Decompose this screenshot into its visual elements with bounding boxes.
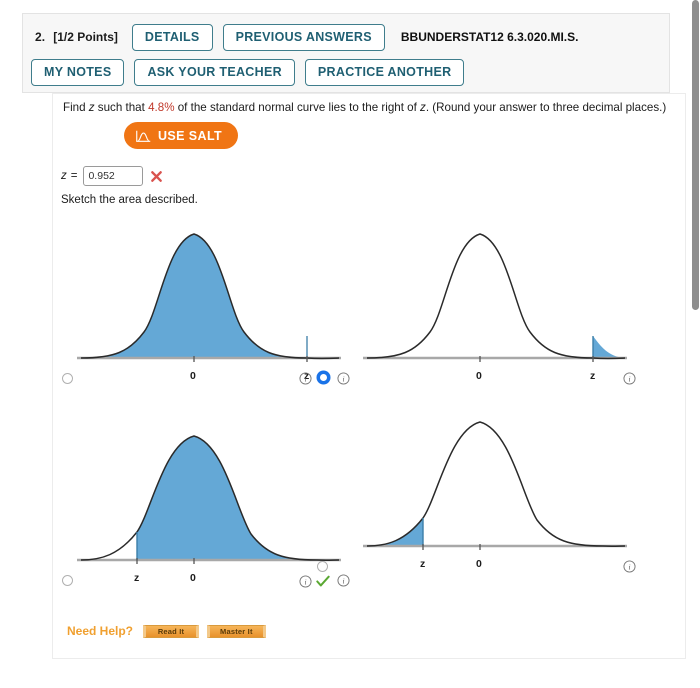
sketch-prompt: Sketch the area described. <box>61 194 198 206</box>
svg-text:i: i <box>304 375 306 384</box>
page-scrollbar-thumb[interactable] <box>692 0 699 310</box>
chart-row-1: 0 z i 0 z i i <box>53 212 687 400</box>
chart-row-2: z 0 i z 0 i i <box>53 400 687 588</box>
question-number: 2. <box>35 30 46 45</box>
need-help-row: Need Help? Read It Master It <box>67 624 274 638</box>
chart-2-tick-label-left: 0 <box>476 370 482 382</box>
previous-answers-button[interactable]: PREVIOUS ANSWERS <box>222 24 385 51</box>
answer-input[interactable] <box>83 166 144 186</box>
chart-2-tick-label-right: z <box>590 370 596 382</box>
answer-equals-sign: = <box>70 170 78 182</box>
chart-4-tick-label-right: 0 <box>476 558 482 570</box>
question-text: Find z such that 4.8% of the standard no… <box>63 100 667 117</box>
question-text-part1: Find <box>63 101 89 114</box>
chart-2-info-icon[interactable]: i <box>299 372 312 385</box>
chart-4-info-icon-right[interactable]: i <box>623 560 636 573</box>
svg-text:i: i <box>628 563 630 572</box>
chart-1-radio[interactable] <box>62 373 73 384</box>
use-salt-label: USE SALT <box>158 128 223 143</box>
question-header-panel: 2. [1/2 Points] DETAILS PREVIOUS ANSWERS… <box>22 13 670 93</box>
svg-text:i: i <box>304 578 306 587</box>
chart-4-tick-label-left: z <box>420 558 426 570</box>
normal-curve-plot-4 <box>363 421 627 550</box>
chart-4-info-icon[interactable]: i <box>299 575 312 588</box>
chart-options-grid: 0 z i 0 z i i z 0 i z 0 i i <box>53 212 687 588</box>
normal-curve-plot-2 <box>363 233 627 362</box>
assignment-id: BBUNDERSTAT12 6.3.020.MI.S. <box>400 30 579 45</box>
points-badge: [1/2 Points] <box>53 30 118 45</box>
page-root: 2. [1/2 Points] DETAILS PREVIOUS ANSWERS… <box>0 0 700 688</box>
my-notes-button[interactable]: MY NOTES <box>31 59 125 86</box>
header-row-secondary: MY NOTES ASK YOUR TEACHER PRACTICE ANOTH… <box>31 59 474 86</box>
chart-4-radio[interactable] <box>317 561 328 572</box>
use-salt-button[interactable]: USE SALT <box>124 122 239 149</box>
question-percent: 4.8% <box>148 101 175 114</box>
normal-curve-icon <box>136 130 151 142</box>
normal-curve-plot-3 <box>77 435 341 564</box>
page-scrollbar-track[interactable] <box>691 0 700 688</box>
answer-var-label: z <box>61 170 67 182</box>
red-x-icon <box>151 170 163 182</box>
green-check-icon <box>316 575 330 587</box>
answer-row: z = <box>61 166 163 186</box>
chart-3-tick-label-left: z <box>134 572 140 584</box>
details-button[interactable]: DETAILS <box>131 24 213 51</box>
question-content-card: Find z such that 4.8% of the standard no… <box>52 93 686 659</box>
chart-1-tick-label-left: 0 <box>190 370 196 382</box>
question-text-part2: such that <box>94 101 149 114</box>
chart-2-radio[interactable] <box>317 371 330 384</box>
chart-2-info-icon-right[interactable]: i <box>623 372 636 385</box>
chart-option-3[interactable]: z 0 i <box>59 414 359 602</box>
normal-curve-plot-1 <box>77 233 341 362</box>
ask-your-teacher-button[interactable]: ASK YOUR TEACHER <box>134 59 295 86</box>
master-it-button[interactable]: Master It <box>207 624 266 638</box>
question-text-part4: . (Round your answer to three decimal pl… <box>425 101 667 114</box>
chart-3-tick-label-right: 0 <box>190 572 196 584</box>
chart-3-radio[interactable] <box>62 575 73 586</box>
header-row-primary: 2. [1/2 Points] DETAILS PREVIOUS ANSWERS… <box>35 24 578 51</box>
practice-another-button[interactable]: PRACTICE ANOTHER <box>304 59 465 86</box>
question-text-part3: of the standard normal curve lies to the… <box>174 101 421 114</box>
chart-option-2[interactable]: 0 z i i <box>299 212 645 400</box>
svg-text:i: i <box>628 375 630 384</box>
read-it-button[interactable]: Read It <box>143 624 200 638</box>
chart-option-4[interactable]: z 0 i i <box>299 400 645 588</box>
chart-option-1[interactable]: 0 z i <box>59 212 359 400</box>
need-help-label: Need Help? <box>67 624 134 638</box>
